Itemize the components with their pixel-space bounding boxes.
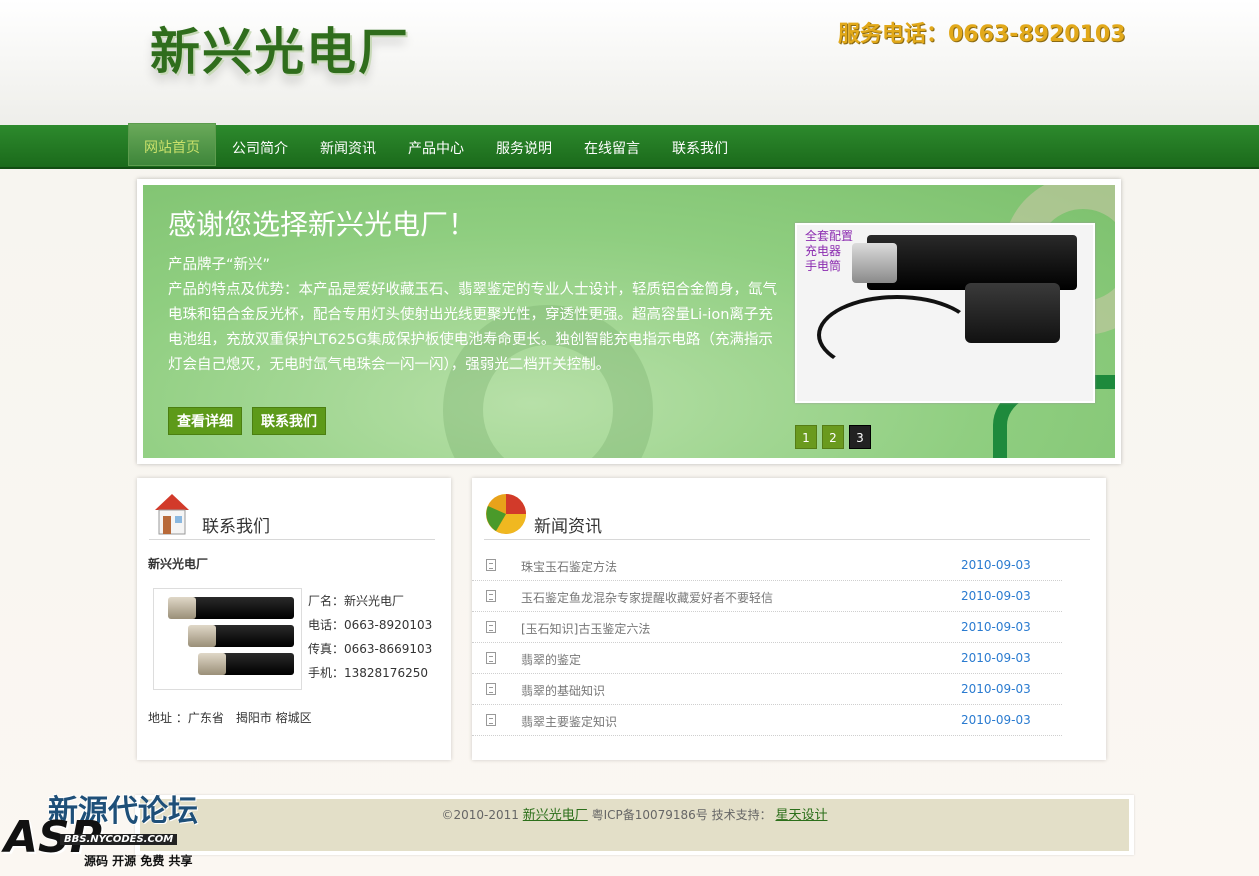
news-item-title[interactable]: 玉石鉴定鱼龙混杂专家提醒收藏爱好者不要轻信 (521, 589, 773, 606)
news-panel: 新闻资讯 珠宝玉石鉴定方法 2010-09-03 玉石鉴定鱼龙混杂专家提醒收藏爱… (472, 478, 1106, 760)
flashlight-image (204, 625, 294, 647)
contact-company-name: 新兴光电厂 (148, 557, 209, 571)
pager-button-2[interactable]: 2 (822, 425, 844, 449)
nav-items: 网站首页 公司简介 新闻资讯 产品中心 服务说明 在线留言 联系我们 (128, 123, 744, 169)
news-item-date: 2010-09-03 (961, 682, 1031, 696)
document-icon (486, 559, 496, 571)
footer-site-link[interactable]: 新兴光电厂 (523, 808, 588, 823)
contact-phone: 电话：0663-8920103 (308, 618, 433, 632)
banner-title: 感谢您选择新兴光电厂！ (168, 208, 477, 241)
document-icon (486, 683, 496, 695)
pager-button-3[interactable]: 3 (849, 425, 871, 449)
banner-slide: 感谢您选择新兴光电厂！ 产品牌子“新兴” 产品的特点及优势：本产品是爱好收藏玉石… (143, 185, 1115, 458)
charger-image (965, 283, 1060, 343)
watermark-url: BBS.NYCODES.COM (60, 834, 178, 845)
footer-copyright: ©2010-2011 (441, 808, 519, 822)
service-hotline: 服务电话：0663-8920103 (838, 22, 1126, 47)
contact-factory-name: 厂名：新兴光电厂 (308, 594, 405, 608)
flashlight-image (867, 235, 1077, 290)
news-panel-title: 新闻资讯 (534, 517, 602, 537)
pager-button-1[interactable]: 1 (795, 425, 817, 449)
nav-item-about[interactable]: 公司简介 (216, 125, 304, 169)
news-item-date: 2010-09-03 (961, 651, 1031, 665)
document-icon (486, 621, 496, 633)
contact-panel: 联系我们 新兴光电厂 厂名：新兴光电厂 电话：0663-8920103 传真：0… (137, 478, 451, 760)
flashlight-head-image (852, 243, 897, 283)
view-details-button[interactable]: 查看详细 (168, 407, 242, 435)
news-item[interactable]: [玉石知识]古玉鉴定六法 2010-09-03 (472, 612, 1062, 643)
site-footer: ©2010-2011 新兴光电厂 粤ICP备10079186号 技术支持： 星天… (135, 795, 1134, 855)
house-icon (155, 494, 189, 535)
news-item[interactable]: 翡翠的鉴定 2010-09-03 (472, 643, 1062, 674)
news-item-title[interactable]: 翡翠的基础知识 (521, 682, 605, 699)
news-item-title[interactable]: [玉石知识]古玉鉴定六法 (521, 620, 650, 637)
footer-icp: 粤ICP备10079186号 (591, 808, 708, 822)
contact-us-button[interactable]: 联系我们 (252, 407, 326, 435)
contact-mobile: 手机：13828176250 (308, 666, 428, 680)
news-item[interactable]: 翡翠主要鉴定知识 2010-09-03 (472, 705, 1062, 736)
news-item-title[interactable]: 珠宝玉石鉴定方法 (521, 558, 617, 575)
news-item-date: 2010-09-03 (961, 558, 1031, 572)
document-icon (486, 714, 496, 726)
nav-item-service[interactable]: 服务说明 (480, 125, 568, 169)
news-item-title[interactable]: 翡翠主要鉴定知识 (521, 713, 617, 730)
flashlight-head-image (198, 653, 226, 675)
contact-details: 厂名：新兴光电厂 电话：0663-8920103 传真：0663-8669103… (308, 589, 432, 685)
news-item-title[interactable]: 翡翠的鉴定 (521, 651, 581, 668)
contact-panel-title: 联系我们 (202, 517, 270, 537)
news-item-date: 2010-09-03 (961, 713, 1031, 727)
flashlight-head-image (168, 597, 196, 619)
document-icon (486, 652, 496, 664)
banner-text-body: 产品牌子“新兴” 产品的特点及优势：本产品是爱好收藏玉石、翡翠鉴定的专业人士设计… (168, 257, 777, 373)
pie-chart-icon (486, 494, 526, 534)
footer-support-label: 技术支持： (711, 808, 772, 822)
nav-item-home[interactable]: 网站首页 (128, 123, 216, 166)
flashlight-head-image (188, 625, 216, 647)
flashlight-image (184, 597, 294, 619)
news-item[interactable]: 珠宝玉石鉴定方法 2010-09-03 (472, 550, 1062, 581)
nav-item-products[interactable]: 产品中心 (392, 125, 480, 169)
contact-address: 地址 ：广东省 揭阳市 榕城区 (148, 711, 312, 725)
news-item[interactable]: 玉石鉴定鱼龙混杂专家提醒收藏爱好者不要轻信 2010-09-03 (472, 581, 1062, 612)
nav-item-contact[interactable]: 联系我们 (656, 125, 744, 169)
contact-panel-header: 联系我们 (149, 490, 435, 540)
banner-frame: 感谢您选择新兴光电厂！ 产品牌子“新兴” 产品的特点及优势：本产品是爱好收藏玉石… (137, 179, 1121, 464)
site-logo[interactable]: 新兴光电厂 (150, 12, 410, 84)
news-item[interactable]: 翡翠的基础知识 2010-09-03 (472, 674, 1062, 705)
site-header: 新兴光电厂 服务电话：0663-8920103 (0, 0, 1259, 125)
banner-description: 产品牌子“新兴” 产品的特点及优势：本产品是爱好收藏玉石、翡翠鉴定的专业人士设计… (168, 253, 778, 378)
footer-support-link[interactable]: 星天设计 (775, 808, 827, 823)
document-icon (486, 590, 496, 602)
news-panel-header: 新闻资讯 (484, 490, 1090, 540)
contact-product-photo[interactable] (153, 588, 302, 690)
watermark-tagline: 源码 开源 免费 共享 (84, 854, 193, 868)
news-item-date: 2010-09-03 (961, 589, 1031, 603)
flashlight-image (214, 653, 294, 675)
charger-cable-image (817, 295, 977, 375)
main-nav: 网站首页 公司简介 新闻资讯 产品中心 服务说明 在线留言 联系我们 (0, 123, 1259, 169)
forum-watermark: 新源代论坛 ASP BBS.NYCODES.COM 源码 开源 免费 共享 (0, 782, 210, 876)
product-photo[interactable]: 全套配置 充电器 手电筒 (795, 223, 1095, 403)
slide-pager: 1 2 3 (795, 425, 876, 449)
news-item-date: 2010-09-03 (961, 620, 1031, 634)
news-list: 珠宝玉石鉴定方法 2010-09-03 玉石鉴定鱼龙混杂专家提醒收藏爱好者不要轻… (472, 550, 1062, 736)
nav-item-news[interactable]: 新闻资讯 (304, 125, 392, 169)
nav-item-guestbook[interactable]: 在线留言 (568, 125, 656, 169)
footer-bar: ©2010-2011 新兴光电厂 粤ICP备10079186号 技术支持： 星天… (140, 799, 1129, 851)
contact-fax: 传真：0663-8669103 (308, 642, 433, 656)
